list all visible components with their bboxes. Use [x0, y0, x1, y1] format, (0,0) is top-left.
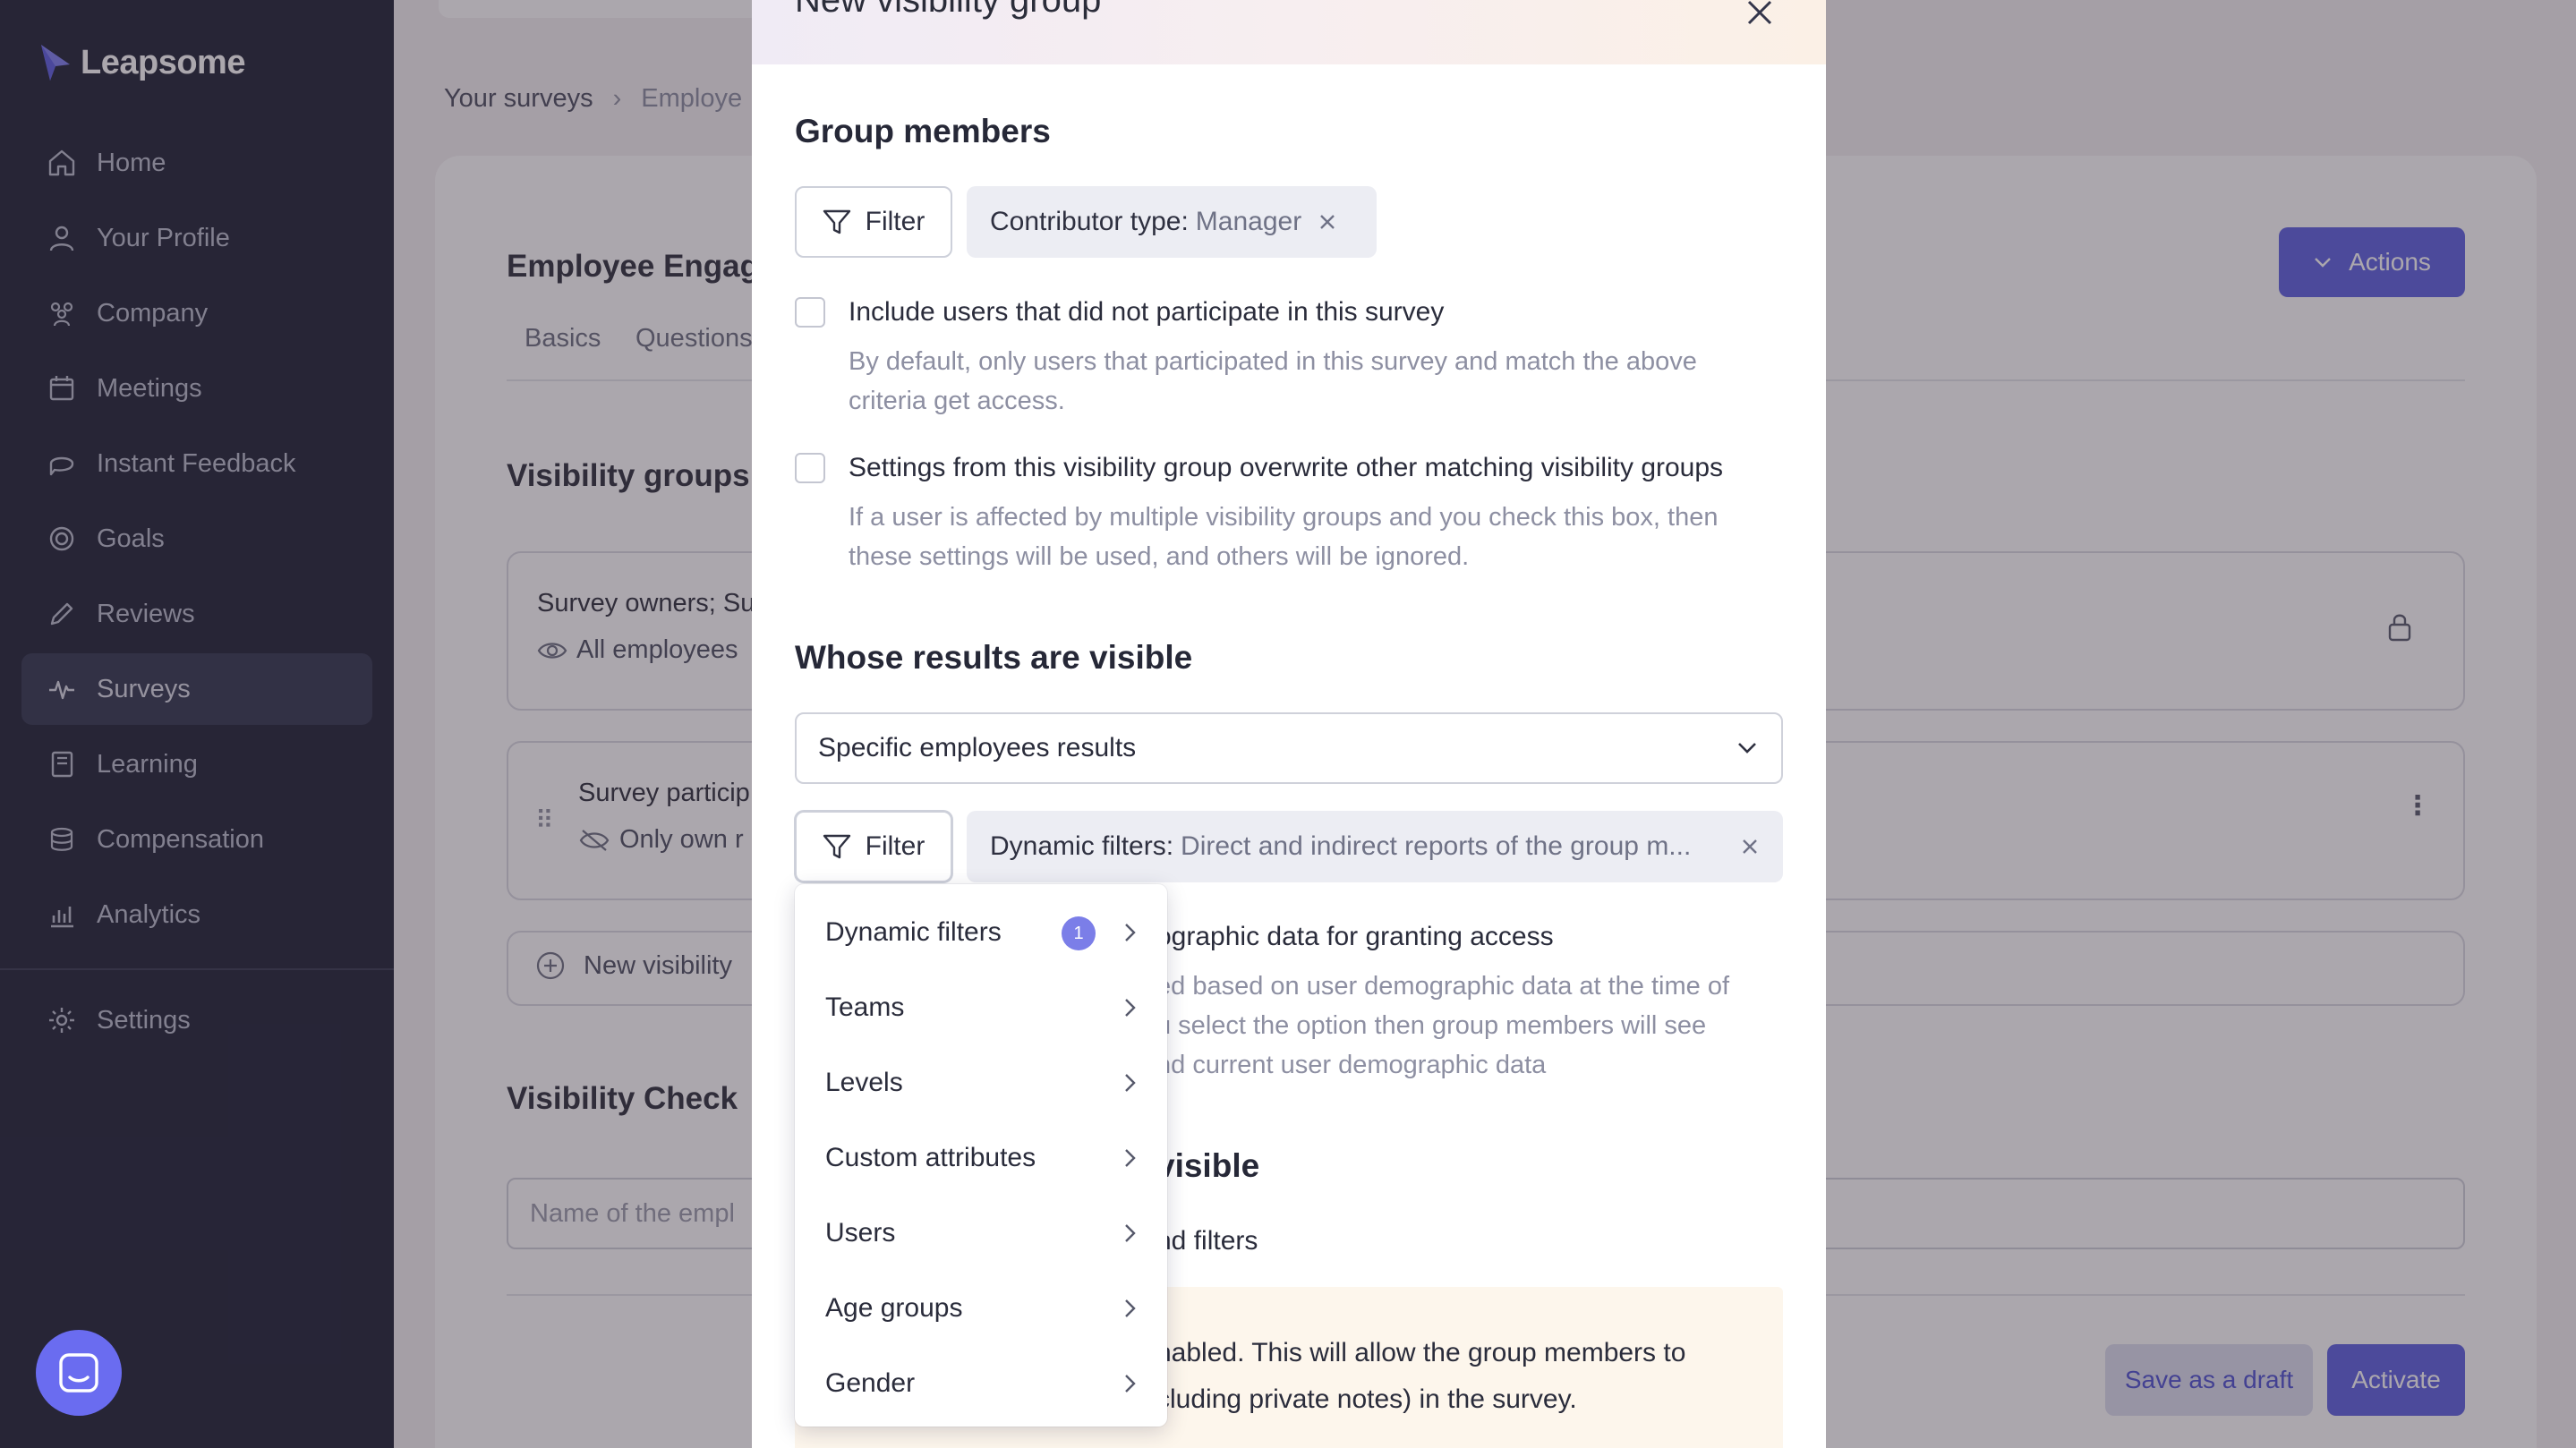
filter-label: Filter [865, 831, 925, 861]
chevron-right-icon [1125, 1149, 1136, 1167]
help-line: criteria get access. [849, 387, 1065, 415]
contributor-type-chip: Contributor type: Manager [967, 186, 1377, 258]
menu-item-label: Dynamic filters [825, 917, 1002, 947]
notice-line: nabled. This will allow the group member… [1156, 1338, 1686, 1367]
menu-item-label: Teams [825, 992, 905, 1022]
overwrite-groups-checkbox[interactable] [795, 453, 825, 483]
help-line: By default, only users that participated… [849, 347, 1697, 376]
chevron-right-icon [1125, 999, 1136, 1017]
include-nonparticipants-help: By default, only users that participated… [849, 342, 1697, 421]
menu-item-gender[interactable]: Gender [795, 1346, 1167, 1421]
filter-dropdown-menu: Dynamic filters 1 Teams Levels Custom at… [795, 884, 1167, 1427]
demographic-help: ed based on user demographic data at the… [1156, 967, 1729, 1085]
chevron-right-icon [1125, 924, 1136, 941]
chip-key: Dynamic filters: [990, 831, 1174, 861]
menu-item-label: Custom attributes [825, 1143, 1036, 1172]
remove-chip-icon[interactable] [1740, 837, 1760, 856]
help-line: ed based on user demographic data at the… [1156, 972, 1730, 1001]
visible-section-title: visible [1156, 1147, 1260, 1184]
chevron-right-icon [1125, 1375, 1136, 1393]
overwrite-groups-help: If a user is affected by multiple visibi… [849, 498, 1718, 576]
help-line: nd current user demographic data [1156, 1051, 1547, 1079]
include-nonparticipants-label: Include users that did not participate i… [849, 297, 1445, 327]
include-nonparticipants-checkbox[interactable] [795, 297, 825, 328]
remove-chip-icon[interactable] [1318, 212, 1337, 232]
menu-item-custom-attributes[interactable]: Custom attributes [795, 1120, 1167, 1196]
menu-item-label: Users [825, 1218, 896, 1248]
help-line: these settings will be used, and others … [849, 542, 1470, 571]
menu-item-dynamic-filters[interactable]: Dynamic filters 1 [795, 895, 1167, 970]
count-badge: 1 [1062, 916, 1096, 950]
help-line: If a user is affected by multiple visibi… [849, 503, 1719, 532]
menu-item-teams[interactable]: Teams [795, 970, 1167, 1045]
menu-item-label: Levels [825, 1068, 903, 1097]
menu-item-users[interactable]: Users [795, 1196, 1167, 1271]
close-icon[interactable] [1742, 0, 1778, 30]
chevron-down-icon [1738, 743, 1756, 754]
filters-text: nd filters [1156, 1226, 1258, 1256]
results-scope-value: Specific employees results [818, 733, 1137, 762]
modal-title: New visibility group [795, 0, 1102, 20]
help-line: u select the option then group members w… [1156, 1011, 1707, 1040]
overwrite-groups-label: Settings from this visibility group over… [849, 453, 1724, 482]
chat-launcher-button[interactable] [36, 1330, 122, 1416]
whose-results-visible-title: Whose results are visible [795, 639, 1193, 676]
dynamic-filters-chip: Dynamic filters: Direct and indirect rep… [967, 811, 1783, 882]
menu-item-label: Gender [825, 1368, 916, 1398]
group-members-title: Group members [795, 113, 1051, 149]
chip-value: Direct and indirect reports of the group… [1181, 831, 1692, 861]
results-filter-button[interactable]: Filter [795, 811, 952, 882]
notice-text: nabled. This will allow the group member… [1156, 1330, 1685, 1423]
chat-launcher-icon [59, 1353, 98, 1393]
chevron-right-icon [1125, 1224, 1136, 1242]
chip-value: Manager [1195, 207, 1302, 236]
menu-item-levels[interactable]: Levels [795, 1045, 1167, 1120]
filter-icon [823, 834, 850, 859]
chip-key: Contributor type: [990, 207, 1189, 236]
filter-icon [823, 209, 850, 234]
demographic-label: ographic data for granting access [1156, 922, 1554, 951]
menu-item-label: Age groups [825, 1293, 963, 1323]
results-scope-select[interactable]: Specific employees results [795, 712, 1783, 784]
filter-label: Filter [865, 207, 925, 236]
members-filter-button[interactable]: Filter [795, 186, 952, 258]
chevron-right-icon [1125, 1074, 1136, 1092]
chevron-right-icon [1125, 1299, 1136, 1317]
notice-line: cluding private notes) in the survey. [1156, 1384, 1577, 1414]
menu-item-age-groups[interactable]: Age groups [795, 1271, 1167, 1346]
